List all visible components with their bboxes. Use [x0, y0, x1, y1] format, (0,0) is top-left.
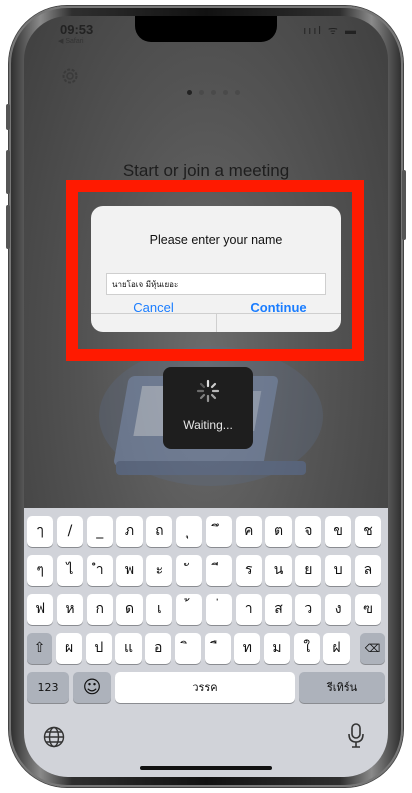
keyboard-key[interactable]: ะ: [146, 555, 173, 586]
keyboard-key[interactable]: ฟ: [27, 594, 54, 625]
keyboard-key[interactable]: ื: [204, 633, 231, 664]
keyboard-key[interactable]: ภ: [116, 516, 143, 547]
shift-key[interactable]: ⇧: [27, 633, 52, 664]
keyboard-key[interactable]: ป: [85, 633, 112, 664]
volume-down-button: [6, 205, 10, 249]
keyboard-key[interactable]: ฃ: [354, 594, 382, 625]
emoji-key[interactable]: ☺: [73, 672, 111, 703]
keyboard-key[interactable]: จ: [295, 516, 322, 547]
keyboard-key[interactable]: ถ: [146, 516, 173, 547]
keyboard-key[interactable]: ม: [263, 633, 291, 664]
return-key[interactable]: รีเทิร์น: [299, 672, 385, 703]
keyboard-row-3: ฟหกดเ้่าสวงฃ: [24, 594, 388, 632]
dialog-title: Please enter your name: [149, 233, 283, 247]
keyboard-key[interactable]: ข: [325, 516, 352, 547]
page-dot: [211, 90, 216, 95]
keyboard-key[interactable]: ใ: [293, 633, 320, 664]
keyboard-key[interactable]: ๆ: [27, 555, 54, 586]
spinner-icon: [196, 379, 220, 403]
page-dot: [187, 90, 192, 95]
keyboard-key[interactable]: า: [235, 594, 262, 625]
cancel-label: Cancel: [133, 300, 174, 315]
waiting-label: Waiting...: [183, 418, 233, 432]
keyboard-key[interactable]: ย: [295, 555, 322, 586]
keyboard-key[interactable]: ่: [205, 594, 233, 625]
name-input[interactable]: [106, 273, 326, 295]
phone-screen: 09:53 ◀ Safari ıııl ᯤ ▬ Start or join a …: [24, 16, 388, 777]
keyboard-row-4: ⇧ ⌫ ผปแอิืทมใฝ: [24, 633, 388, 671]
continue-label: Continue: [250, 300, 307, 315]
keyboard-key[interactable]: ช: [354, 516, 382, 547]
keyboard-row-1: ๅ/_ภถุึคตจขช: [24, 516, 388, 554]
name-prompt-dialog: Please enter your name Cancel Continue: [91, 206, 341, 332]
volume-up-button: [6, 150, 10, 194]
waiting-hud: Waiting...: [163, 367, 253, 449]
keyboard-key[interactable]: ง: [325, 594, 352, 625]
keyboard-key[interactable]: แ: [115, 633, 142, 664]
keyboard-key[interactable]: _: [86, 516, 113, 547]
keyboard-key[interactable]: ผ: [56, 633, 83, 664]
keyboard-key[interactable]: ร: [235, 555, 262, 586]
notch: [135, 16, 277, 42]
keyboard-key[interactable]: ล: [354, 555, 382, 586]
page-dot: [235, 90, 240, 95]
thai-keyboard: ๅ/_ภถุึคตจขช ๆไำพะัีรนยบล ฟหกดเ้่าสวงฃ ⇧…: [24, 508, 388, 777]
keyboard-key[interactable]: ั: [176, 555, 203, 586]
keyboard-key[interactable]: ี: [205, 555, 233, 586]
globe-icon[interactable]: [42, 725, 66, 749]
keyboard-row-2: ๆไำพะัีรนยบล: [24, 555, 388, 593]
keyboard-key[interactable]: ฝ: [323, 633, 350, 664]
keyboard-key[interactable]: ด: [116, 594, 143, 625]
keyboard-key[interactable]: ห: [56, 594, 84, 625]
keyboard-key[interactable]: ไ: [56, 555, 84, 586]
keyboard-key[interactable]: ุ: [176, 516, 203, 547]
page-dot: [199, 90, 204, 95]
keyboard-key[interactable]: ึ: [205, 516, 233, 547]
delete-key[interactable]: ⌫: [360, 633, 385, 664]
keyboard-row-bottom: 123 ☺ วรรค รีเทิร์น: [24, 672, 388, 710]
keyboard-key[interactable]: ้: [176, 594, 203, 625]
status-time: 09:53: [60, 22, 94, 37]
power-button: [402, 170, 406, 240]
keyboard-key[interactable]: ท: [234, 633, 261, 664]
continue-button[interactable]: Continue: [216, 300, 341, 332]
gear-icon[interactable]: [60, 66, 80, 86]
back-to-safari-link[interactable]: ◀ Safari: [58, 37, 84, 45]
keyboard-key[interactable]: /: [56, 516, 84, 547]
status-icons: ıııl ᯤ ▬: [303, 25, 358, 37]
keyboard-key[interactable]: อ: [145, 633, 172, 664]
keyboard-key[interactable]: น: [265, 555, 292, 586]
keyboard-key[interactable]: ิ: [174, 633, 202, 664]
page-indicator: [187, 90, 240, 95]
keyboard-key[interactable]: ว: [295, 594, 322, 625]
keyboard-key[interactable]: ๅ: [27, 516, 54, 547]
keyboard-key[interactable]: ก: [86, 594, 113, 625]
home-indicator[interactable]: [140, 766, 272, 770]
space-key[interactable]: วรรค: [115, 672, 295, 703]
keyboard-key[interactable]: ต: [265, 516, 292, 547]
page-dot: [223, 90, 228, 95]
keyboard-key[interactable]: เ: [146, 594, 173, 625]
mute-switch: [6, 104, 10, 130]
cancel-button[interactable]: Cancel: [91, 300, 216, 332]
keyboard-key[interactable]: พ: [116, 555, 143, 586]
keyboard-key[interactable]: ค: [235, 516, 262, 547]
numbers-key[interactable]: 123: [27, 672, 69, 703]
page-title: Start or join a meeting: [122, 161, 290, 180]
keyboard-key[interactable]: ำ: [86, 555, 113, 586]
microphone-icon[interactable]: [346, 722, 366, 750]
keyboard-key[interactable]: บ: [325, 555, 352, 586]
keyboard-key[interactable]: ส: [265, 594, 292, 625]
